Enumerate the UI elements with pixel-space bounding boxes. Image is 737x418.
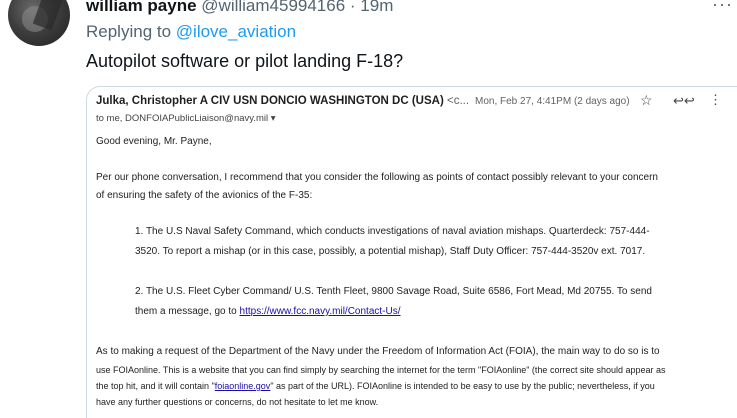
email-paragraph: of ensuring the safety of the avionics o… bbox=[96, 190, 313, 201]
attached-image[interactable]: Julka, Christopher A CIV USN DONCIO WASH… bbox=[86, 86, 737, 418]
email-greeting: Good evening, Mr. Payne, bbox=[96, 136, 212, 147]
email-paragraph: have any further questions or concerns, … bbox=[96, 397, 379, 407]
email-paragraph: Per our phone conversation, I recommend … bbox=[96, 172, 658, 183]
foiaonline-link: foiaonline.gov bbox=[214, 381, 271, 391]
reply-all-icon: ↩↩ bbox=[673, 93, 695, 108]
replying-prefix: Replying to bbox=[86, 22, 176, 41]
email-text: " as part of the URL). FOIAonline is int… bbox=[270, 381, 655, 391]
fcc-contact-link: https://www.fcc.navy.mil/Contact-Us/ bbox=[239, 306, 401, 317]
author-handle[interactable]: @william45994166 bbox=[201, 0, 345, 15]
email-text: them a message, go to bbox=[135, 306, 240, 317]
sender-email-truncated: <c... bbox=[443, 95, 470, 107]
tweet-time[interactable]: 19m bbox=[360, 0, 393, 15]
email-list-item: 1. The U.S Naval Safety Command, which c… bbox=[135, 226, 650, 237]
more-vertical-icon: ⋮ bbox=[709, 92, 722, 107]
email-paragraph: As to making a request of the Department… bbox=[96, 346, 660, 357]
email-recipients: to me, DONFOIAPublicLiaison@navy.mil ▾ bbox=[96, 113, 276, 124]
email-screenshot: Julka, Christopher A CIV USN DONCIO WASH… bbox=[87, 87, 737, 418]
email-text: the top hit, and it will contain " bbox=[96, 381, 215, 391]
email-list-item: 2. The U.S. Fleet Cyber Command/ U.S. Te… bbox=[135, 286, 652, 297]
mention-link[interactable]: @ilove_aviation bbox=[176, 22, 296, 41]
email-date: Mon, Feb 27, 4:41PM (2 days ago) bbox=[475, 96, 630, 107]
email-list-item: 3520. To report a mishap (or in this cas… bbox=[135, 246, 646, 257]
author-name[interactable]: william payne bbox=[86, 0, 197, 15]
dot-separator: · bbox=[345, 0, 361, 15]
sender-name: Julka, Christopher A CIV USN DONCIO WASH… bbox=[96, 95, 444, 107]
tweet-text: Autopilot software or pilot landing F-18… bbox=[86, 51, 404, 71]
email-sender: Julka, Christopher A CIV USN DONCIO WASH… bbox=[96, 95, 469, 107]
star-icon: ☆ bbox=[640, 92, 653, 108]
avatar[interactable] bbox=[8, 0, 70, 46]
replying-to: Replying to @ilove_aviation bbox=[86, 22, 296, 42]
email-list-item: them a message, go to https://www.fcc.na… bbox=[135, 303, 400, 321]
more-options-icon[interactable]: ··· bbox=[712, 0, 733, 15]
tweet-header: william payne @william45994166 · 19m bbox=[86, 0, 393, 16]
